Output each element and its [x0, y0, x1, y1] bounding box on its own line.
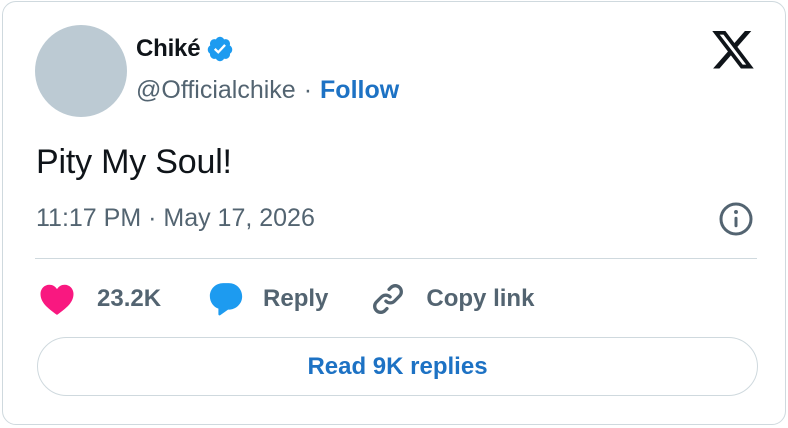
author-handle-row: @Officialchike · Follow — [136, 76, 399, 105]
tweet-actions-bar: 23.2K Reply Copy link — [39, 279, 534, 319]
author-name-row: Chiké — [136, 35, 234, 63]
x-logo-icon[interactable] — [712, 31, 754, 69]
reply-bubble-icon — [209, 283, 243, 316]
reply-label: Reply — [263, 285, 329, 312]
tweet-timestamp[interactable]: 11:17 PM · May 17, 2026 — [36, 204, 315, 233]
like-button[interactable]: 23.2K — [39, 282, 161, 316]
read-replies-button[interactable]: Read 9K replies — [37, 337, 758, 396]
tweet-embed-card: Chiké @Officialchike · Follow Pity My So… — [2, 1, 786, 425]
copy-link-button[interactable]: Copy link — [370, 281, 534, 317]
like-count: 23.2K — [97, 285, 162, 312]
tweet-text: Pity My Soul! — [36, 143, 232, 181]
copy-link-label: Copy link — [426, 285, 535, 312]
info-icon[interactable] — [718, 201, 754, 237]
heart-icon — [40, 284, 74, 315]
divider — [35, 258, 757, 259]
verified-badge-icon — [208, 36, 233, 62]
author-handle[interactable]: @Officialchike — [136, 76, 296, 105]
follow-link[interactable]: Follow — [320, 76, 399, 105]
reply-button[interactable]: Reply — [207, 280, 328, 318]
separator-dot: · — [303, 76, 313, 104]
author-display-name[interactable]: Chiké — [136, 35, 201, 63]
avatar[interactable] — [35, 25, 127, 117]
link-icon — [373, 284, 404, 314]
